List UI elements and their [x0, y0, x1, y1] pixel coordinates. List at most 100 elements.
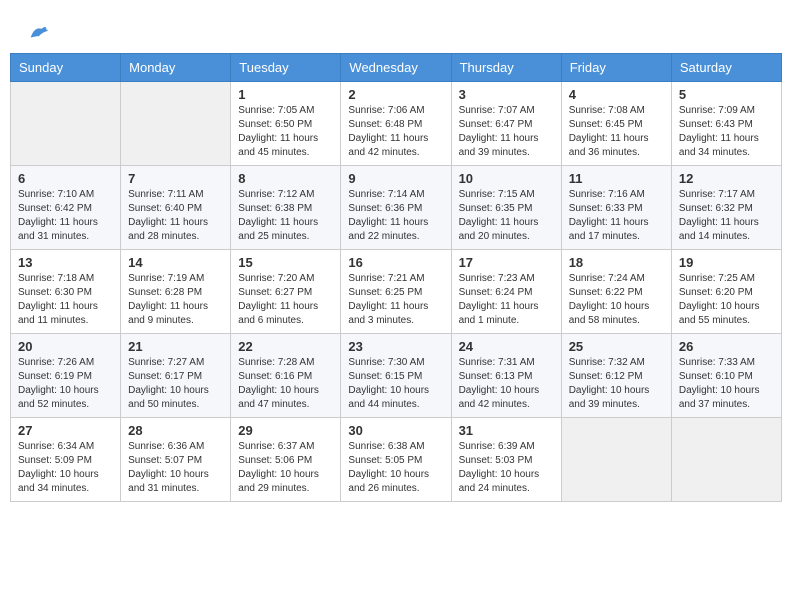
- calendar-cell: 22 Sunrise: 7:28 AM Sunset: 6:16 PM Dayli…: [231, 333, 341, 417]
- calendar-cell: 19 Sunrise: 7:25 AM Sunset: 6:20 PM Dayli…: [671, 249, 781, 333]
- calendar-cell: 25 Sunrise: 7:32 AM Sunset: 6:12 PM Dayli…: [561, 333, 671, 417]
- logo-block: [25, 20, 49, 43]
- calendar-cell: 7 Sunrise: 7:11 AM Sunset: 6:40 PM Daylig…: [121, 165, 231, 249]
- day-info: Sunrise: 7:11 AM Sunset: 6:40 PM Dayligh…: [128, 188, 223, 244]
- day-info: Sunrise: 7:33 AM Sunset: 6:10 PM Dayligh…: [679, 356, 774, 412]
- calendar-cell: 27 Sunrise: 6:34 AM Sunset: 5:09 PM Dayli…: [11, 417, 121, 501]
- day-number: 20: [18, 339, 113, 354]
- calendar-cell: 10 Sunrise: 7:15 AM Sunset: 6:35 PM Dayli…: [451, 165, 561, 249]
- day-info: Sunrise: 7:17 AM Sunset: 6:32 PM Dayligh…: [679, 188, 774, 244]
- day-number: 10: [459, 171, 554, 186]
- calendar-cell: 14 Sunrise: 7:19 AM Sunset: 6:28 PM Dayli…: [121, 249, 231, 333]
- day-header-monday: Monday: [121, 53, 231, 81]
- calendar-cell: [671, 417, 781, 501]
- logo-bird-icon: [27, 21, 49, 43]
- day-info: Sunrise: 6:34 AM Sunset: 5:09 PM Dayligh…: [18, 440, 113, 496]
- day-number: 25: [569, 339, 664, 354]
- calendar-cell: 21 Sunrise: 7:27 AM Sunset: 6:17 PM Dayli…: [121, 333, 231, 417]
- day-number: 18: [569, 255, 664, 270]
- calendar-cell: 5 Sunrise: 7:09 AM Sunset: 6:43 PM Daylig…: [671, 81, 781, 165]
- day-header-wednesday: Wednesday: [341, 53, 451, 81]
- calendar-cell: 6 Sunrise: 7:10 AM Sunset: 6:42 PM Daylig…: [11, 165, 121, 249]
- calendar-cell: 3 Sunrise: 7:07 AM Sunset: 6:47 PM Daylig…: [451, 81, 561, 165]
- calendar-cell: 28 Sunrise: 6:36 AM Sunset: 5:07 PM Dayli…: [121, 417, 231, 501]
- day-info: Sunrise: 7:27 AM Sunset: 6:17 PM Dayligh…: [128, 356, 223, 412]
- logo: [25, 20, 49, 43]
- day-number: 26: [679, 339, 774, 354]
- day-info: Sunrise: 6:39 AM Sunset: 5:03 PM Dayligh…: [459, 440, 554, 496]
- calendar-cell: 9Sunrise: 7:14 AM Sunset: 6:36 PM Daylig…: [341, 165, 451, 249]
- day-number: 21: [128, 339, 223, 354]
- day-number: 2: [348, 87, 443, 102]
- day-info: Sunrise: 6:36 AM Sunset: 5:07 PM Dayligh…: [128, 440, 223, 496]
- day-number: 19: [679, 255, 774, 270]
- calendar-cell: 8 Sunrise: 7:12 AM Sunset: 6:38 PM Daylig…: [231, 165, 341, 249]
- calendar-cell: 31Sunrise: 6:39 AM Sunset: 5:03 PM Dayli…: [451, 417, 561, 501]
- calendar-cell: [11, 81, 121, 165]
- calendar-cell: 20 Sunrise: 7:26 AM Sunset: 6:19 PM Dayli…: [11, 333, 121, 417]
- day-info: Sunrise: 7:31 AM Sunset: 6:13 PM Dayligh…: [459, 356, 554, 412]
- day-info: Sunrise: 7:09 AM Sunset: 6:43 PM Dayligh…: [679, 104, 774, 160]
- day-number: 16: [348, 255, 443, 270]
- day-number: 22: [238, 339, 333, 354]
- calendar-cell: [561, 417, 671, 501]
- day-info: Sunrise: 6:37 AM Sunset: 5:06 PM Dayligh…: [238, 440, 333, 496]
- day-header-saturday: Saturday: [671, 53, 781, 81]
- calendar-cell: 24 Sunrise: 7:31 AM Sunset: 6:13 PM Dayli…: [451, 333, 561, 417]
- day-number: 30: [348, 423, 443, 438]
- day-info: Sunrise: 7:30 AM Sunset: 6:15 PM Dayligh…: [348, 356, 443, 412]
- day-info: Sunrise: 7:19 AM Sunset: 6:28 PM Dayligh…: [128, 272, 223, 328]
- day-info: Sunrise: 7:10 AM Sunset: 6:42 PM Dayligh…: [18, 188, 113, 244]
- day-number: 8: [238, 171, 333, 186]
- page-header: [10, 10, 782, 48]
- day-number: 7: [128, 171, 223, 186]
- calendar-table: SundayMondayTuesdayWednesdayThursdayFrid…: [10, 53, 782, 502]
- day-header-thursday: Thursday: [451, 53, 561, 81]
- day-info: Sunrise: 7:14 AM Sunset: 6:36 PM Dayligh…: [348, 188, 443, 244]
- day-info: Sunrise: 7:24 AM Sunset: 6:22 PM Dayligh…: [569, 272, 664, 328]
- calendar-cell: 12Sunrise: 7:17 AM Sunset: 6:32 PM Dayli…: [671, 165, 781, 249]
- calendar-cell: [121, 81, 231, 165]
- day-number: 3: [459, 87, 554, 102]
- day-info: Sunrise: 7:28 AM Sunset: 6:16 PM Dayligh…: [238, 356, 333, 412]
- day-info: Sunrise: 7:26 AM Sunset: 6:19 PM Dayligh…: [18, 356, 113, 412]
- calendar-cell: 30 Sunrise: 6:38 AM Sunset: 5:05 PM Dayli…: [341, 417, 451, 501]
- calendar-cell: 15Sunrise: 7:20 AM Sunset: 6:27 PM Dayli…: [231, 249, 341, 333]
- day-number: 5: [679, 87, 774, 102]
- day-info: Sunrise: 7:20 AM Sunset: 6:27 PM Dayligh…: [238, 272, 333, 328]
- day-info: Sunrise: 7:18 AM Sunset: 6:30 PM Dayligh…: [18, 272, 113, 328]
- day-info: Sunrise: 7:15 AM Sunset: 6:35 PM Dayligh…: [459, 188, 554, 244]
- calendar-cell: 4 Sunrise: 7:08 AM Sunset: 6:45 PM Daylig…: [561, 81, 671, 165]
- day-info: Sunrise: 7:21 AM Sunset: 6:25 PM Dayligh…: [348, 272, 443, 328]
- day-info: Sunrise: 7:12 AM Sunset: 6:38 PM Dayligh…: [238, 188, 333, 244]
- calendar-cell: 2 Sunrise: 7:06 AM Sunset: 6:48 PM Daylig…: [341, 81, 451, 165]
- calendar-cell: 1Sunrise: 7:05 AM Sunset: 6:50 PM Daylig…: [231, 81, 341, 165]
- day-number: 23: [348, 339, 443, 354]
- day-info: Sunrise: 6:38 AM Sunset: 5:05 PM Dayligh…: [348, 440, 443, 496]
- day-info: Sunrise: 7:32 AM Sunset: 6:12 PM Dayligh…: [569, 356, 664, 412]
- calendar-cell: 11 Sunrise: 7:16 AM Sunset: 6:33 PM Dayli…: [561, 165, 671, 249]
- day-number: 29: [238, 423, 333, 438]
- calendar-cell: 29 Sunrise: 6:37 AM Sunset: 5:06 PM Dayli…: [231, 417, 341, 501]
- calendar-cell: 13Sunrise: 7:18 AM Sunset: 6:30 PM Dayli…: [11, 249, 121, 333]
- day-number: 28: [128, 423, 223, 438]
- day-number: 27: [18, 423, 113, 438]
- day-info: Sunrise: 7:06 AM Sunset: 6:48 PM Dayligh…: [348, 104, 443, 160]
- day-header-tuesday: Tuesday: [231, 53, 341, 81]
- day-number: 11: [569, 171, 664, 186]
- day-number: 4: [569, 87, 664, 102]
- calendar-cell: 26 Sunrise: 7:33 AM Sunset: 6:10 PM Dayli…: [671, 333, 781, 417]
- day-header-sunday: Sunday: [11, 53, 121, 81]
- calendar-cell: 18 Sunrise: 7:24 AM Sunset: 6:22 PM Dayli…: [561, 249, 671, 333]
- day-number: 6: [18, 171, 113, 186]
- calendar-cell: 16 Sunrise: 7:21 AM Sunset: 6:25 PM Dayli…: [341, 249, 451, 333]
- day-info: Sunrise: 7:08 AM Sunset: 6:45 PM Dayligh…: [569, 104, 664, 160]
- day-info: Sunrise: 7:25 AM Sunset: 6:20 PM Dayligh…: [679, 272, 774, 328]
- day-info: Sunrise: 7:16 AM Sunset: 6:33 PM Dayligh…: [569, 188, 664, 244]
- day-info: Sunrise: 7:05 AM Sunset: 6:50 PM Dayligh…: [238, 104, 333, 160]
- day-number: 24: [459, 339, 554, 354]
- calendar-cell: 23 Sunrise: 7:30 AM Sunset: 6:15 PM Dayli…: [341, 333, 451, 417]
- day-number: 14: [128, 255, 223, 270]
- day-info: Sunrise: 7:07 AM Sunset: 6:47 PM Dayligh…: [459, 104, 554, 160]
- day-header-friday: Friday: [561, 53, 671, 81]
